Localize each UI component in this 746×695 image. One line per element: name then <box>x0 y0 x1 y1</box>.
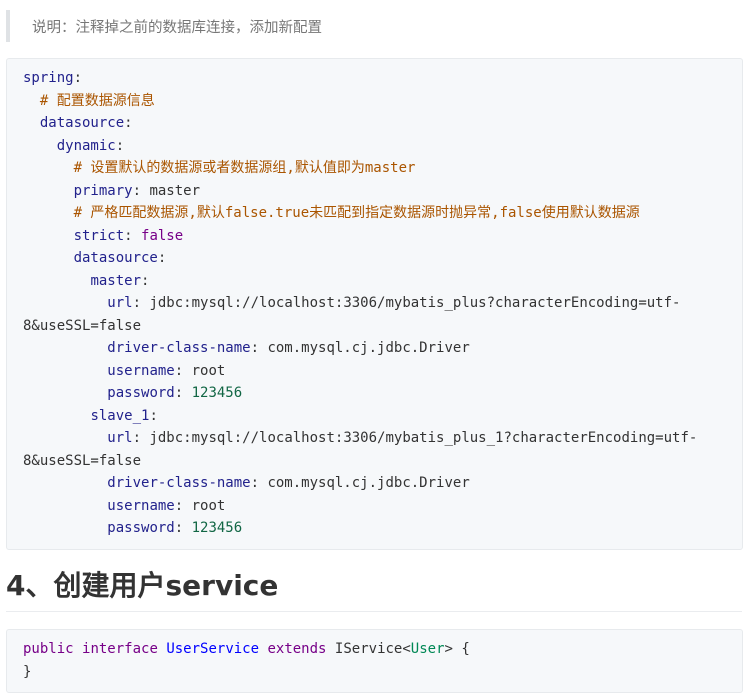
code-line: username: root <box>107 362 226 379</box>
code-line: url: jdbc:mysql://localhost:3306/mybatis… <box>107 295 681 311</box>
yaml-value: root <box>191 497 226 514</box>
yaml-key-username: username <box>107 362 175 379</box>
yaml-value: root <box>191 362 226 379</box>
code-line: datasource: <box>73 250 167 266</box>
yaml-value: 123456 <box>191 520 243 536</box>
yaml-value: jdbc:mysql://localhost:3306/mybatis_plus… <box>149 295 681 311</box>
code-line: driver-class-name: com.mysql.cj.jdbc.Dri… <box>107 475 470 491</box>
code-line: slave_1: <box>90 407 158 424</box>
note-text: 说明：注释掉之前的数据库连接，添加新配置 <box>32 20 322 36</box>
java-keyword: extends <box>267 641 327 657</box>
yaml-key-dynamic: dynamic <box>56 137 116 154</box>
code-line: master: <box>90 272 150 289</box>
java-keyword: interface <box>82 641 158 657</box>
java-code-block: public interface UserService extends ISe… <box>6 629 743 693</box>
code-line: # 设置默认的数据源或者数据源组,默认值即为master <box>23 157 742 180</box>
code-line: public interface UserService extends ISe… <box>23 638 742 661</box>
yaml-value: 8&useSSL=false <box>23 452 142 469</box>
code-line: username: root <box>107 497 226 514</box>
section-heading: 4、创建用户service <box>6 568 742 612</box>
code-line: strict: false <box>73 227 184 244</box>
yaml-key-strict: strict <box>73 227 125 244</box>
code-line: password: 123456 <box>107 385 243 401</box>
code-line: datasource: <box>39 115 133 131</box>
code-line: password: 123456 <box>107 520 243 536</box>
yaml-key-spring: spring <box>23 70 74 86</box>
code-line: } <box>23 661 742 684</box>
yaml-value: master <box>149 182 201 199</box>
yaml-value: com.mysql.cj.jdbc.Driver <box>267 475 470 491</box>
note-blockquote: 说明：注释掉之前的数据库连接，添加新配置 <box>6 10 740 42</box>
java-angle: < <box>402 641 411 657</box>
yaml-value: 123456 <box>191 385 243 401</box>
yaml-key-datasource: datasource <box>73 250 158 266</box>
yaml-key-url: url <box>107 430 133 446</box>
yaml-value: jdbc:mysql://localhost:3306/mybatis_plus… <box>149 430 698 446</box>
yaml-code-block: spring: # 配置数据源信息 datasource: dynamic: #… <box>6 58 743 550</box>
code-line: spring: <box>23 70 83 86</box>
code-line: # 配置数据源信息 <box>23 90 742 113</box>
code-line: primary: master <box>73 182 201 199</box>
yaml-comment: # 严格匹配数据源,默认false.true未匹配到指定数据源时抛异常,fals… <box>73 205 640 221</box>
code-line: 8&useSSL=false <box>23 450 742 473</box>
code-line: url: jdbc:mysql://localhost:3306/mybatis… <box>107 430 698 446</box>
yaml-key-password: password <box>107 385 175 401</box>
yaml-key-password: password <box>107 520 175 536</box>
yaml-value: false <box>141 227 184 244</box>
java-angle: > <box>444 641 453 657</box>
yaml-key-slave: slave_1 <box>90 407 150 424</box>
yaml-key-primary: primary <box>73 182 133 199</box>
yaml-key-url: url <box>107 295 133 311</box>
yaml-comment: # 配置数据源信息 <box>39 92 155 109</box>
yaml-key-driver: driver-class-name <box>107 475 251 491</box>
yaml-key-master: master <box>90 272 142 289</box>
yaml-value: com.mysql.cj.jdbc.Driver <box>267 340 470 356</box>
yaml-key-driver: driver-class-name <box>107 340 251 356</box>
code-line: 8&useSSL=false <box>23 315 742 338</box>
code-line: # 严格匹配数据源,默认false.true未匹配到指定数据源时抛异常,fals… <box>23 202 742 225</box>
java-keyword: public <box>23 641 74 657</box>
code-line: dynamic: <box>56 137 125 154</box>
yaml-comment: # 设置默认的数据源或者数据源组,默认值即为master <box>73 160 416 176</box>
java-brace: { <box>452 641 470 657</box>
java-brace: } <box>23 663 32 680</box>
yaml-value: 8&useSSL=false <box>23 317 142 334</box>
java-type-param: User <box>410 641 445 657</box>
java-type: IService <box>334 641 403 657</box>
java-class-name: UserService <box>166 641 260 657</box>
yaml-key-username: username <box>107 497 175 514</box>
yaml-key-datasource: datasource <box>39 115 125 131</box>
code-line: driver-class-name: com.mysql.cj.jdbc.Dri… <box>107 340 470 356</box>
